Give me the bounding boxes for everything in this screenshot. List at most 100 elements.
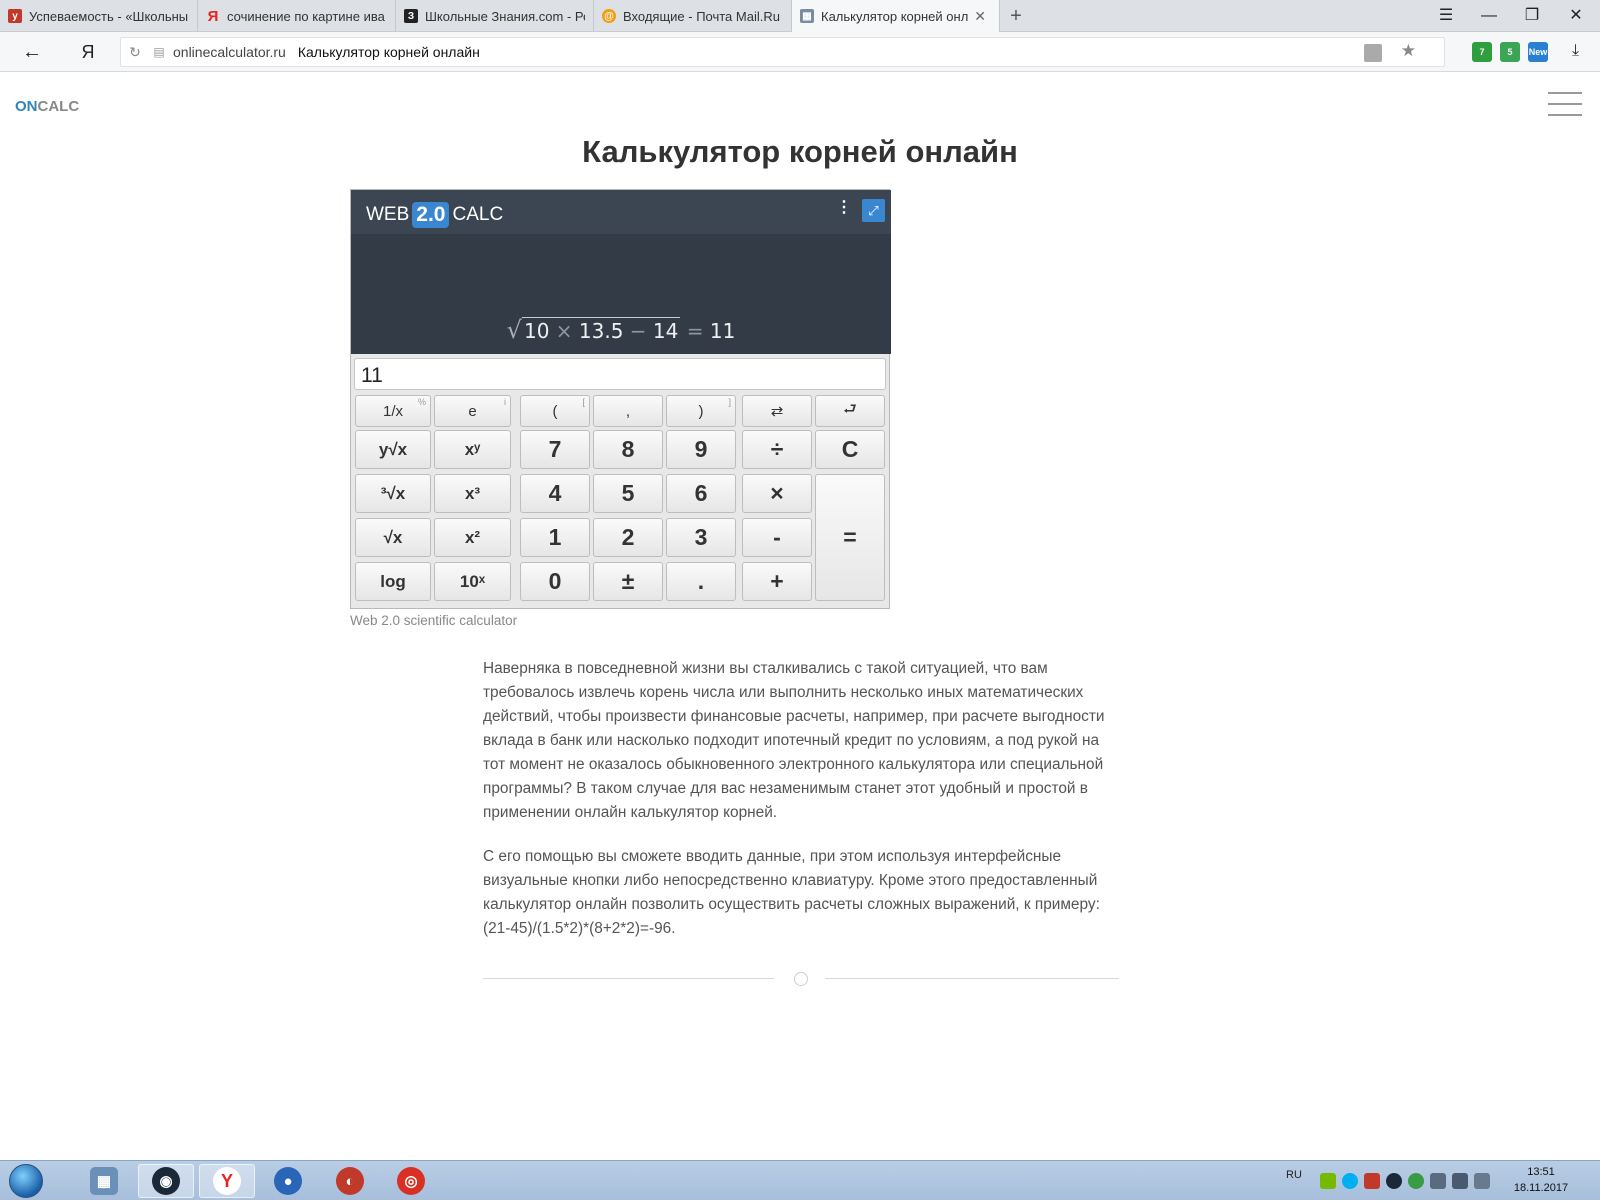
sqrt-icon: √	[506, 316, 522, 344]
multiply-key[interactable]: ×	[742, 474, 812, 513]
clock[interactable]: 13:51 18.11.2017	[1506, 1164, 1576, 1196]
e-key[interactable]: ei	[434, 395, 511, 427]
digit-9-key[interactable]: 9	[666, 430, 736, 469]
power-key[interactable]: xʸ	[434, 430, 511, 469]
plus-minus-key[interactable]: ±	[593, 562, 663, 601]
antivirus-icon[interactable]	[1364, 1173, 1380, 1189]
article-paragraph: С его помощью вы сможете вводить данные,…	[483, 848, 1100, 937]
key-label: y√x	[378, 439, 408, 459]
tab-title: сочинение по картине ива	[227, 8, 385, 24]
key-label: .	[697, 568, 705, 594]
reload-icon[interactable]: ↻	[121, 44, 149, 61]
key-label: xʸ	[464, 439, 481, 459]
minimize-icon[interactable]: —	[1475, 4, 1503, 28]
calculator-input[interactable]: 11	[354, 358, 886, 390]
log-key[interactable]: log	[355, 562, 431, 601]
digit-1-key[interactable]: 1	[520, 518, 590, 557]
cube-key[interactable]: x³	[434, 474, 511, 513]
taskbar-yandex-browser[interactable]: Y	[199, 1164, 255, 1198]
taskbar-steam[interactable]: ◉	[138, 1164, 194, 1198]
taskbar-firefox[interactable]: ●	[260, 1164, 316, 1198]
divide-key[interactable]: ÷	[742, 430, 812, 469]
yandex-icon: Я	[207, 7, 219, 25]
digit-5-key[interactable]: 5	[593, 474, 663, 513]
address-bar[interactable]: ↻ ▤ onlinecalculator.ru Калькулятор корн…	[120, 37, 1445, 67]
extension-shield-icon[interactable]: 5	[1500, 42, 1520, 62]
comma-key[interactable]: ,	[593, 395, 663, 427]
site-logo[interactable]: ONCALC	[15, 98, 79, 115]
key-label: =	[843, 524, 857, 550]
key-label: +	[770, 568, 784, 594]
digit-6-key[interactable]: 6	[666, 474, 736, 513]
digit-3-key[interactable]: 3	[666, 518, 736, 557]
taskbar-calculator[interactable]: ▦	[76, 1164, 132, 1198]
square-root-key[interactable]: √x	[355, 518, 431, 557]
logo-calc: CALC	[37, 98, 80, 115]
calculator-brand: WEB 2.0 CALC	[366, 202, 503, 228]
network-icon[interactable]	[1452, 1173, 1468, 1189]
digit-0-key[interactable]: 0	[520, 562, 590, 601]
clear-key[interactable]: C	[815, 430, 885, 469]
flag-icon[interactable]	[1474, 1173, 1490, 1189]
hamburger-menu-icon[interactable]	[1548, 92, 1582, 118]
reciprocal-key[interactable]: 1/x%	[355, 395, 431, 427]
restore-icon[interactable]: ❐	[1518, 4, 1546, 28]
extension-download-icon[interactable]: 7	[1472, 42, 1492, 62]
calculator-icon: ▦	[800, 9, 814, 23]
back-button[interactable]: ←	[18, 38, 46, 66]
more-options-icon[interactable]: ⋮	[836, 200, 852, 216]
tab-mail[interactable]: @ Входящие - Почта Mail.Ru	[594, 0, 792, 32]
open-paren-key[interactable]: ([	[520, 395, 590, 427]
skype-icon[interactable]	[1342, 1173, 1358, 1189]
square-key[interactable]: x²	[434, 518, 511, 557]
minus-key[interactable]: -	[742, 518, 812, 557]
digit-4-key[interactable]: 4	[520, 474, 590, 513]
tab-znanija[interactable]: З Школьные Знания.com - Ре	[396, 0, 594, 32]
tab-yandex-search[interactable]: Я сочинение по картине ива	[198, 0, 396, 32]
sync-icon[interactable]	[1408, 1173, 1424, 1189]
key-label: 10ˣ	[459, 571, 486, 591]
operator: −	[629, 319, 647, 343]
cube-root-key[interactable]: ³√x	[355, 474, 431, 513]
extension-new-icon[interactable]: New	[1528, 42, 1548, 62]
yandex-button[interactable]: Я	[74, 38, 102, 66]
nvidia-icon[interactable]	[1320, 1173, 1336, 1189]
expression-result: 11	[709, 319, 736, 343]
backspace-icon[interactable]: ⮐	[815, 395, 885, 427]
calculator-caption: Web 2.0 scientific calculator	[350, 613, 518, 628]
steam-tray-icon[interactable]	[1386, 1173, 1402, 1189]
start-button[interactable]	[4, 1162, 48, 1200]
key-label: ³√x	[380, 483, 406, 503]
url-page-title: Калькулятор корней онлайн	[297, 44, 480, 60]
steam-icon: ◉	[152, 1167, 180, 1195]
close-window-icon[interactable]: ✕	[1562, 4, 1590, 28]
bookmark-star-icon[interactable]: ★	[1401, 41, 1416, 61]
menu-icon[interactable]: ☰	[1432, 4, 1460, 28]
equals-key[interactable]: =	[815, 474, 885, 601]
key-label: 0	[548, 568, 562, 594]
close-tab-icon[interactable]: ✕	[974, 8, 986, 25]
swap-icon[interactable]: ⇄	[742, 395, 812, 427]
close-paren-key[interactable]: )]	[666, 395, 736, 427]
browser-tab-bar: у Успеваемость - «Школьный Я сочинение п…	[0, 0, 1600, 32]
equals-sign: =	[686, 319, 704, 343]
digit-7-key[interactable]: 7	[520, 430, 590, 469]
taskbar-game[interactable]: ◐	[322, 1164, 378, 1198]
new-tab-button[interactable]: +	[1004, 4, 1028, 28]
ten-power-key[interactable]: 10ˣ	[434, 562, 511, 601]
digit-2-key[interactable]: 2	[593, 518, 663, 557]
tab-uspevaemost[interactable]: у Успеваемость - «Школьный	[0, 0, 198, 32]
key-label: ±	[621, 568, 635, 594]
volume-icon[interactable]	[1430, 1173, 1446, 1189]
nth-root-key[interactable]: y√x	[355, 430, 431, 469]
taskbar-chrome[interactable]: ◎	[383, 1164, 439, 1198]
decimal-point-key[interactable]: .	[666, 562, 736, 601]
tab-calculator[interactable]: ▦ Калькулятор корней онл ✕	[792, 0, 1000, 32]
fullscreen-icon[interactable]: ⤢	[862, 199, 885, 222]
digit-8-key[interactable]: 8	[593, 430, 663, 469]
page-icon: ▤	[153, 45, 165, 59]
protect-icon[interactable]	[1364, 44, 1382, 62]
plus-key[interactable]: +	[742, 562, 812, 601]
language-indicator[interactable]: RU	[1286, 1169, 1302, 1181]
download-icon[interactable]: ⤓	[1572, 42, 1579, 60]
